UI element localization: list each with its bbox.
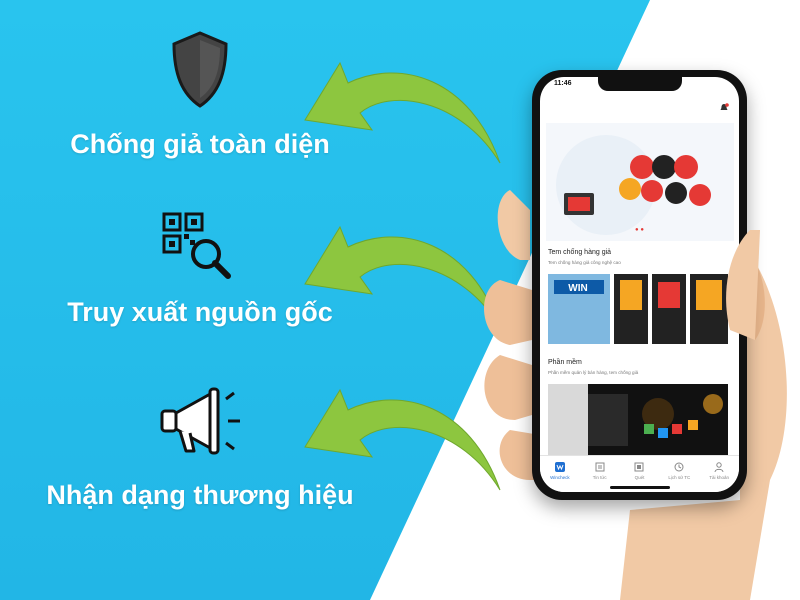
phone-notch bbox=[598, 77, 682, 91]
tab-label: Wincheck bbox=[550, 475, 570, 480]
scan-icon bbox=[634, 462, 644, 472]
tab-label: Tài khoản bbox=[709, 475, 729, 480]
software-gallery[interactable] bbox=[548, 384, 728, 456]
tab-label: Quét bbox=[634, 475, 645, 480]
hero-banner[interactable] bbox=[546, 123, 734, 241]
history-icon bbox=[674, 462, 684, 472]
section-title-software: Phần mềm bbox=[548, 359, 582, 366]
tab-label: Tin tức bbox=[592, 475, 607, 480]
section-subtitle-software: Phần mềm quản lý bán hàng, tem chống giả bbox=[548, 370, 639, 375]
megaphone-icon bbox=[160, 387, 240, 455]
bell-icon[interactable] bbox=[719, 103, 729, 113]
status-time: 11:46 bbox=[554, 80, 572, 87]
tab-account[interactable]: Tài khoản bbox=[699, 456, 739, 492]
section-title-labels: Tem chống hàng giả bbox=[548, 249, 612, 256]
tab-label: Lịch sử TC bbox=[668, 475, 691, 480]
feature-label-1: Chống giả toàn diện bbox=[70, 129, 330, 159]
news-icon bbox=[595, 462, 605, 472]
feature-brand-recognition bbox=[0, 385, 400, 461]
banner-tile-text: WIN bbox=[568, 283, 587, 294]
thumb-icon bbox=[726, 230, 760, 340]
feature-label-2: Truy xuất nguồn gốc bbox=[67, 297, 333, 327]
home-indicator bbox=[610, 486, 670, 489]
section-subtitle-labels: Tem chống hàng giả công nghệ cao bbox=[548, 260, 621, 265]
feature-label-3: Nhận dạng thương hiệu bbox=[46, 480, 354, 510]
feature-traceability bbox=[0, 212, 400, 282]
qr-search-icon bbox=[162, 212, 231, 279]
user-icon bbox=[714, 462, 724, 473]
shield-icon bbox=[172, 31, 228, 108]
feature-anti-counterfeit bbox=[0, 30, 400, 110]
tab-wincheck[interactable]: Wincheck bbox=[540, 456, 580, 492]
logo-icon bbox=[554, 462, 565, 472]
